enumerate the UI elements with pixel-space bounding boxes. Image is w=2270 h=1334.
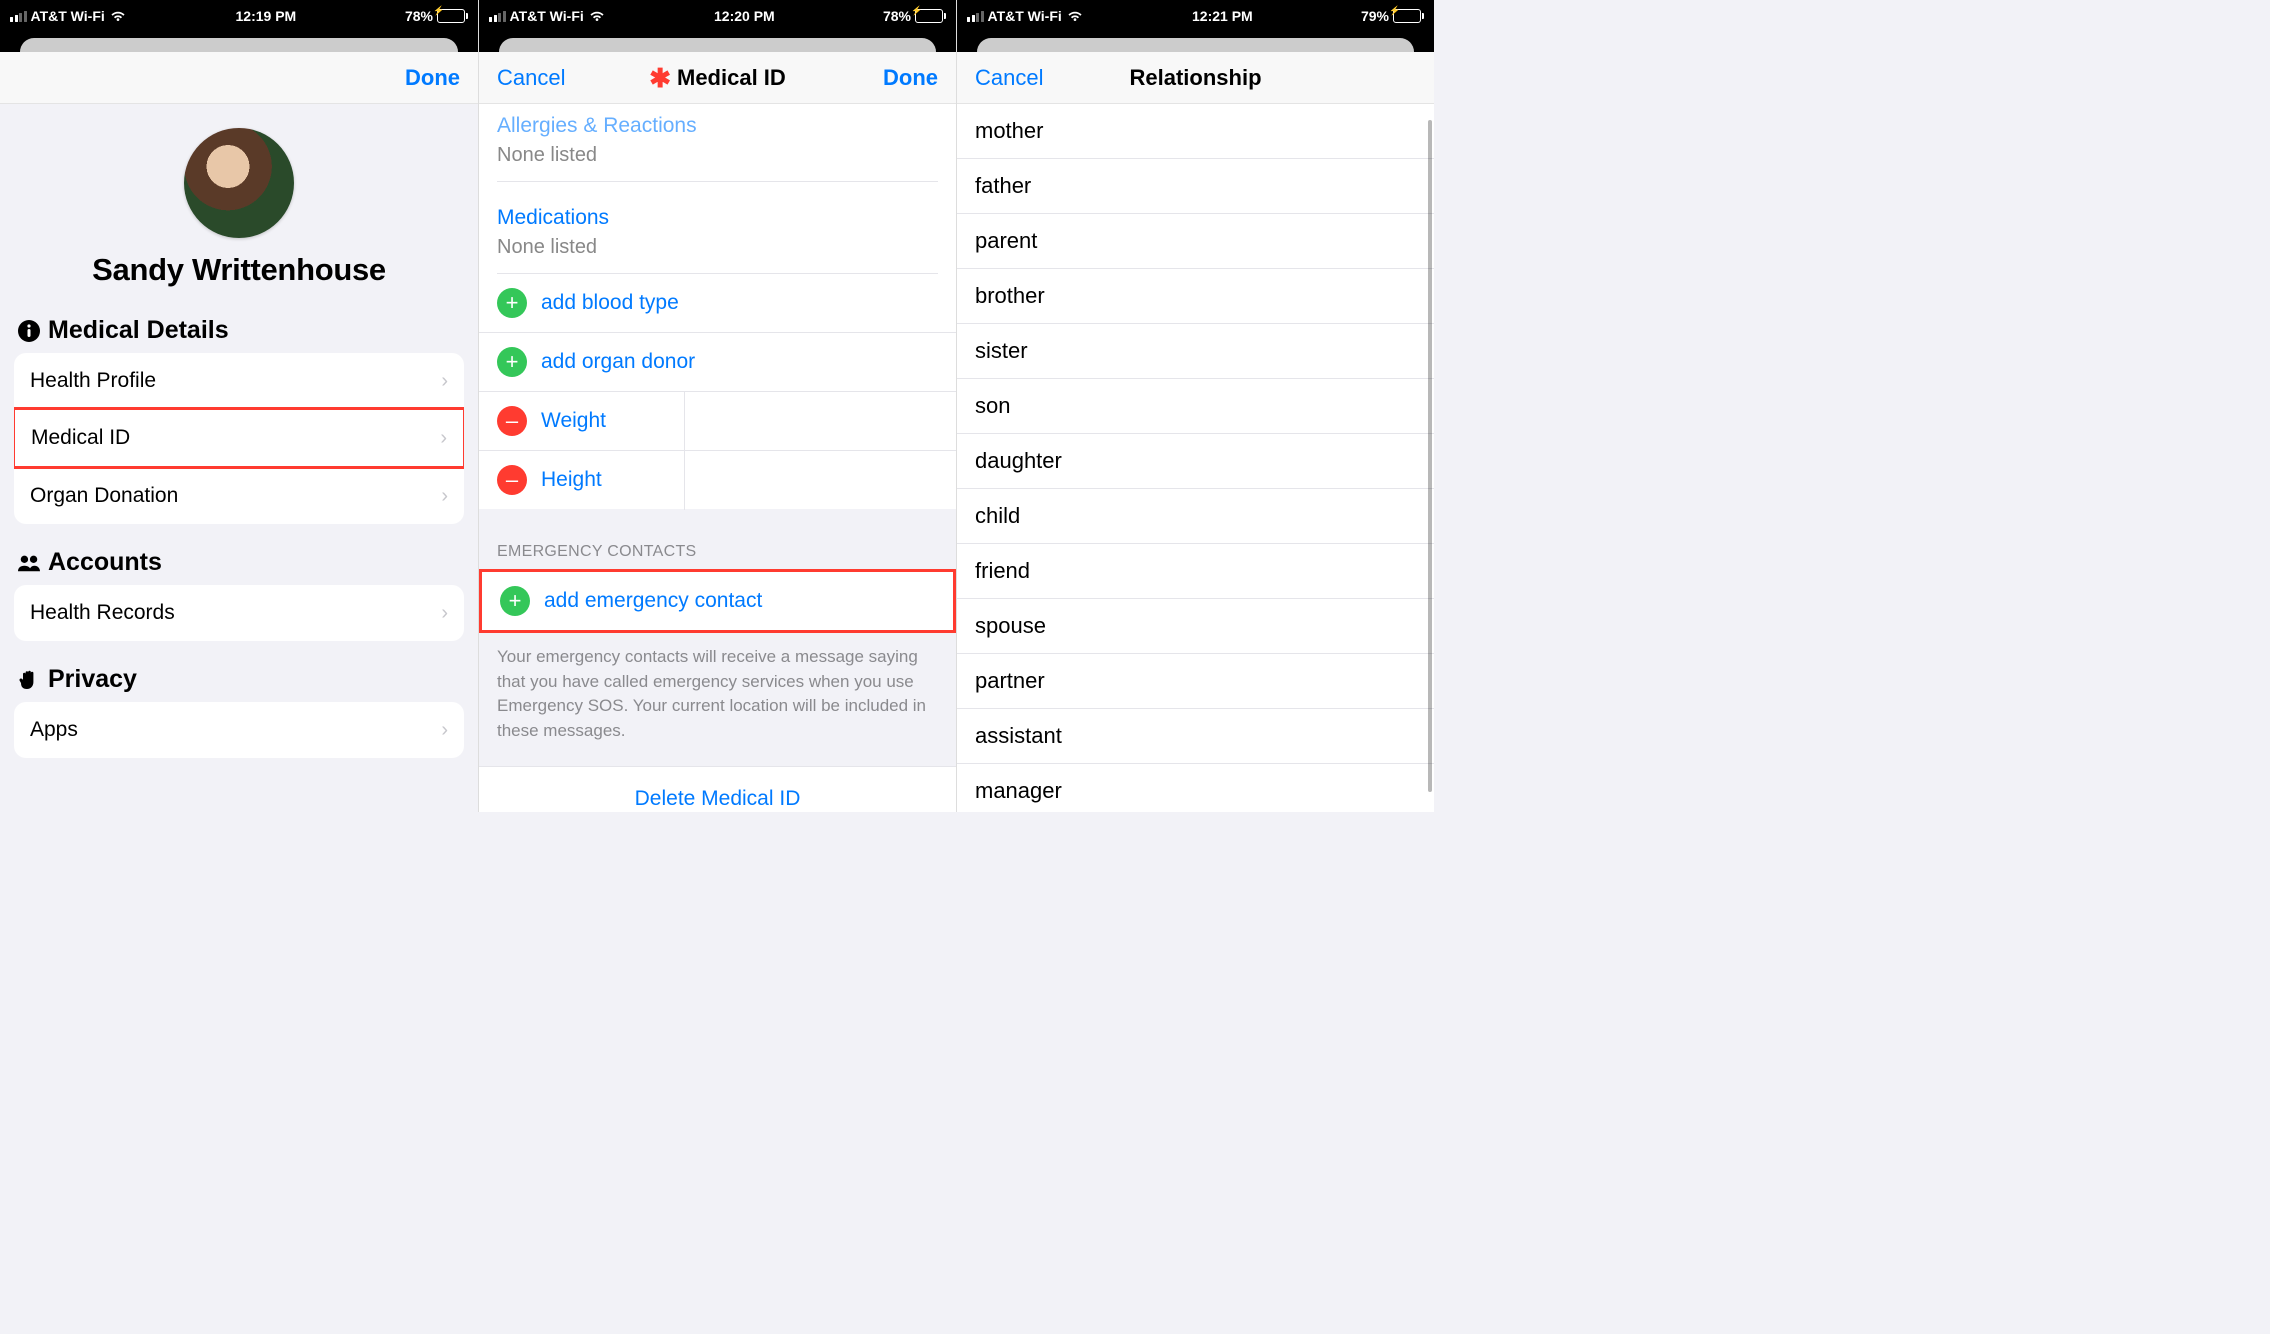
sheet-grabber[interactable] — [957, 32, 1434, 52]
group-title: Accounts — [48, 548, 162, 577]
row-label: Health Profile — [30, 369, 156, 393]
info-icon — [18, 320, 40, 342]
wifi-icon — [1066, 9, 1084, 23]
delete-medical-id-button[interactable]: Delete Medical ID — [479, 766, 956, 812]
relationship-option[interactable]: parent — [957, 214, 1434, 269]
emergency-contacts-footer: Your emergency contacts will receive a m… — [479, 633, 956, 766]
relationship-option[interactable]: son — [957, 379, 1434, 434]
profile-name: Sandy Writtenhouse — [0, 252, 478, 288]
navbar: Cancel ✱ Medical ID Done — [479, 52, 956, 104]
carrier-label: AT&T Wi-Fi — [31, 8, 105, 24]
relationship-option[interactable]: sister — [957, 324, 1434, 379]
done-button[interactable]: Done — [883, 65, 938, 91]
plus-icon[interactable]: + — [497, 347, 527, 377]
height-row[interactable]: – Height — [479, 451, 956, 509]
chevron-right-icon: › — [441, 370, 448, 393]
navbar: Done — [0, 52, 478, 104]
row-organ-donation[interactable]: Organ Donation › — [14, 467, 464, 524]
medications-value: None listed — [497, 230, 938, 274]
relationship-option[interactable]: daughter — [957, 434, 1434, 489]
people-icon — [18, 552, 40, 574]
row-label: Height — [541, 468, 602, 492]
battery-icon: ⚡ — [1393, 9, 1424, 23]
sheet-grabber[interactable] — [0, 32, 478, 52]
nav-title: Relationship — [1129, 65, 1261, 91]
emergency-contacts-header: EMERGENCY CONTACTS — [479, 509, 956, 569]
add-organ-donor-row[interactable]: + add organ donor — [479, 333, 956, 392]
chevron-right-icon: › — [441, 602, 448, 625]
chevron-right-icon: › — [441, 485, 448, 508]
relationship-option[interactable]: brother — [957, 269, 1434, 324]
avatar — [184, 128, 294, 238]
chevron-right-icon: › — [440, 427, 447, 450]
group-title: Privacy — [48, 665, 137, 694]
battery-percent: 79% — [1361, 8, 1389, 24]
plus-icon[interactable]: + — [500, 586, 530, 616]
group-title: Medical Details — [48, 316, 229, 345]
row-medical-id[interactable]: Medical ID › — [14, 407, 464, 469]
group-header-accounts: Accounts — [0, 548, 478, 585]
scrollbar[interactable] — [1428, 120, 1432, 792]
sheet-grabber[interactable] — [479, 32, 956, 52]
allergies-value: None listed — [497, 138, 938, 182]
clock: 12:20 PM — [714, 8, 775, 24]
add-emergency-contact-row[interactable]: + add emergency contact — [479, 569, 956, 633]
row-label: add organ donor — [541, 350, 695, 374]
cancel-button[interactable]: Cancel — [975, 65, 1043, 91]
wifi-icon — [109, 9, 127, 23]
row-label: add emergency contact — [544, 589, 762, 613]
relationship-option[interactable]: partner — [957, 654, 1434, 709]
medications-label[interactable]: Medications — [497, 196, 938, 230]
navbar: Cancel Relationship — [957, 52, 1434, 104]
carrier-label: AT&T Wi-Fi — [988, 8, 1062, 24]
add-blood-type-row[interactable]: + add blood type — [479, 274, 956, 333]
divider — [684, 392, 685, 510]
signal-icon — [10, 11, 27, 22]
row-health-records[interactable]: Health Records › — [14, 585, 464, 641]
row-label: add blood type — [541, 291, 679, 315]
battery-percent: 78% — [405, 8, 433, 24]
carrier-label: AT&T Wi-Fi — [510, 8, 584, 24]
status-bar: AT&T Wi-Fi 12:19 PM 78% ⚡ — [0, 0, 478, 32]
row-label: Organ Donation — [30, 484, 178, 508]
relationship-option[interactable]: spouse — [957, 599, 1434, 654]
clock: 12:21 PM — [1192, 8, 1253, 24]
relationship-option[interactable]: manager — [957, 764, 1434, 812]
medical-id-icon: ✱ — [649, 65, 671, 91]
chevron-right-icon: › — [441, 719, 448, 742]
relationship-option[interactable]: friend — [957, 544, 1434, 599]
relationship-option[interactable]: child — [957, 489, 1434, 544]
row-label: Health Records — [30, 601, 175, 625]
status-bar: AT&T Wi-Fi 12:21 PM 79% ⚡ — [957, 0, 1434, 32]
plus-icon[interactable]: + — [497, 288, 527, 318]
battery-icon: ⚡ — [437, 9, 468, 23]
row-label: Apps — [30, 718, 78, 742]
nav-title: Medical ID — [677, 65, 786, 91]
cancel-button[interactable]: Cancel — [497, 65, 565, 91]
group-header-medical: Medical Details — [0, 316, 478, 353]
group-header-privacy: Privacy — [0, 665, 478, 702]
wifi-icon — [588, 9, 606, 23]
signal-icon — [967, 11, 984, 22]
battery-icon: ⚡ — [915, 9, 946, 23]
row-health-profile[interactable]: Health Profile › — [14, 353, 464, 409]
relationship-option[interactable]: mother — [957, 104, 1434, 159]
row-label: Medical ID — [31, 426, 130, 450]
done-button[interactable]: Done — [405, 65, 460, 91]
hand-icon — [18, 669, 40, 691]
minus-icon[interactable]: – — [497, 406, 527, 436]
status-bar: AT&T Wi-Fi 12:20 PM 78% ⚡ — [479, 0, 956, 32]
battery-percent: 78% — [883, 8, 911, 24]
relationship-option[interactable]: assistant — [957, 709, 1434, 764]
row-label: Weight — [541, 409, 606, 433]
weight-row[interactable]: – Weight — [479, 392, 956, 451]
signal-icon — [489, 11, 506, 22]
minus-icon[interactable]: – — [497, 465, 527, 495]
clock: 12:19 PM — [236, 8, 297, 24]
allergies-label[interactable]: Allergies & Reactions — [497, 104, 938, 138]
row-apps[interactable]: Apps › — [14, 702, 464, 758]
relationship-option[interactable]: father — [957, 159, 1434, 214]
